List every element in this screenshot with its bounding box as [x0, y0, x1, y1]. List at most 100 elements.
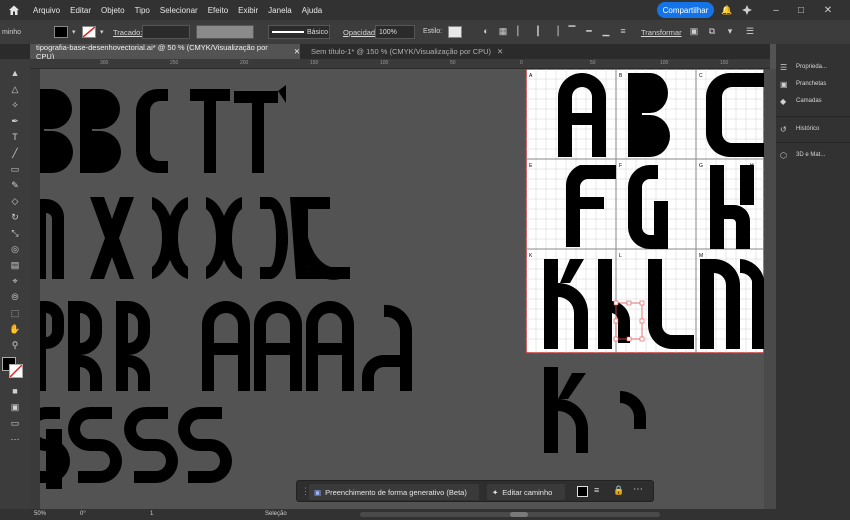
close-icon[interactable]: ✕ — [820, 3, 836, 17]
selection-handle[interactable] — [639, 300, 645, 306]
edit-path-button[interactable]: ✦ Editar caminho — [487, 484, 565, 500]
glyph-k-large[interactable] — [544, 367, 588, 453]
align-left-icon[interactable]: ▏ — [515, 25, 527, 37]
gradient-tool-icon[interactable]: ▤ — [9, 259, 21, 271]
glyph-b-1[interactable] — [40, 89, 73, 173]
more-options-icon[interactable]: ⋯ — [633, 484, 643, 495]
glyph-a-4[interactable] — [361, 304, 413, 391]
isolate-icon[interactable]: ▣ — [688, 25, 700, 37]
bell-icon[interactable]: 🔔 — [720, 3, 734, 17]
variable-width-field[interactable] — [196, 25, 254, 39]
menu-exibir[interactable]: Exibir — [233, 6, 263, 15]
stroke-label[interactable]: Tracado: — [113, 28, 142, 37]
glyph-n[interactable] — [40, 199, 64, 279]
selection-handle[interactable] — [639, 318, 645, 324]
tab-close-icon[interactable]: ✕ — [294, 47, 300, 56]
draw-mode-icon[interactable]: ▣ — [9, 401, 21, 413]
artboard-tool-icon[interactable]: ⬚ — [9, 307, 21, 319]
align-center-icon[interactable]: ┃ — [532, 25, 544, 37]
fill-color-swatch-ctx[interactable] — [577, 486, 588, 497]
rectangle-tool-icon[interactable]: ▭ — [9, 163, 21, 175]
line-tool-icon[interactable]: ╱ — [9, 147, 21, 159]
zoom-level[interactable]: 50% — [34, 511, 46, 517]
glyph-x-2[interactable] — [152, 197, 188, 279]
grid-icon[interactable]: ▦ — [497, 25, 509, 37]
eraser-tool-icon[interactable]: ◇ — [9, 195, 21, 207]
artboard-index[interactable]: 1 — [150, 511, 153, 517]
lock-icon[interactable]: 🔒 — [613, 485, 624, 496]
distribute-icon[interactable]: ≡ — [617, 25, 629, 37]
rotation-value[interactable]: 0° — [80, 511, 86, 517]
glyph-c[interactable] — [136, 89, 168, 173]
stroke-swatch[interactable] — [82, 26, 96, 38]
canvas[interactable]: A B C E F G H K L M — [40, 69, 764, 509]
artboards-panel-tab[interactable]: ▣ Pranchetas — [780, 77, 848, 91]
blend-tool-icon[interactable]: ⦾ — [9, 291, 21, 303]
magic-wand-icon[interactable]: ✧ — [9, 99, 21, 111]
align-top-icon[interactable]: ▔ — [566, 25, 578, 37]
glyph-r-1[interactable] — [40, 301, 64, 391]
align-bottom-icon[interactable]: ▁ — [600, 25, 612, 37]
transform-label[interactable]: Transformar — [641, 28, 682, 37]
glyph-s-2[interactable] — [68, 407, 122, 483]
apps-icon[interactable] — [740, 3, 754, 17]
menu-editar[interactable]: Editar — [65, 6, 96, 15]
menu-selecionar[interactable]: Selecionar — [155, 6, 203, 15]
home-icon[interactable] — [0, 0, 28, 20]
selection-tool-icon[interactable]: ▲ — [9, 67, 21, 79]
tab-tipografia[interactable]: tipografia-base-desenhovectorial.ai* @ 5… — [30, 43, 300, 61]
paintbrush-tool-icon[interactable]: ✎ — [9, 179, 21, 191]
3d-materials-panel-tab[interactable]: ⬡ 3D e Mat... — [780, 148, 848, 162]
glyph-a-3[interactable] — [306, 301, 354, 391]
glyph-r-2[interactable] — [68, 301, 102, 391]
chevron-down-icon[interactable]: ▾ — [724, 25, 736, 37]
menu-efeito[interactable]: Efeito — [203, 6, 233, 15]
stroke-dropdown-icon[interactable]: ▾ — [97, 25, 105, 39]
tab-sem-titulo[interactable]: Sem título-1* @ 150 % (CMYK/Visualização… — [305, 44, 505, 59]
vertical-scrollbar[interactable] — [764, 69, 776, 509]
recolor-icon[interactable]: ◐ — [480, 25, 492, 37]
fill-dropdown-icon[interactable]: ▾ — [69, 25, 77, 39]
selection-handle[interactable] — [613, 300, 619, 306]
selection-handle[interactable] — [626, 336, 632, 342]
horizontal-scrollbar[interactable] — [360, 512, 660, 517]
glyph-s-4[interactable] — [178, 407, 232, 483]
shape-builder-icon[interactable]: ◎ — [9, 243, 21, 255]
glyph-s-1[interactable] — [40, 407, 70, 489]
glyph-arc[interactable] — [620, 391, 646, 429]
share-button[interactable]: Compartilhar — [657, 2, 714, 18]
screen-mode-icon[interactable]: ▭ — [9, 417, 21, 429]
glyph-x-3[interactable] — [206, 197, 242, 279]
glyph-b-2[interactable] — [80, 89, 121, 173]
align-menu-icon[interactable]: ≡ — [594, 485, 599, 495]
selection-handle[interactable] — [613, 318, 619, 324]
stroke-weight-field[interactable] — [142, 25, 190, 39]
glyph-a-2[interactable] — [254, 301, 302, 391]
glyph-x-1[interactable] — [90, 197, 134, 279]
glyph-z[interactable] — [290, 197, 350, 280]
properties-panel-tab[interactable]: ☰ Proprieda... — [780, 60, 848, 74]
align-middle-icon[interactable]: ━ — [583, 25, 595, 37]
glyph-t-2[interactable] — [234, 85, 286, 173]
menu-janela[interactable]: Janela — [263, 6, 297, 15]
glyph-t-1[interactable] — [190, 89, 230, 173]
eyedropper-tool-icon[interactable]: ⌖ — [9, 275, 21, 287]
more-tools-icon[interactable]: ⋯ — [9, 433, 21, 445]
style-swatch[interactable] — [448, 26, 462, 38]
tab-close-icon[interactable]: ✕ — [497, 47, 503, 56]
fill-swatch[interactable] — [54, 26, 68, 38]
selection-handle[interactable] — [613, 336, 619, 342]
menu-tipo[interactable]: Tipo — [130, 6, 155, 15]
glyph-x-4[interactable] — [260, 197, 289, 280]
scroll-thumb[interactable] — [510, 512, 528, 517]
artboard-glyph-m[interactable] — [700, 259, 764, 349]
menu-arquivo[interactable]: Arquivo — [28, 6, 65, 15]
align-right-icon[interactable]: ▕ — [549, 25, 561, 37]
minimize-icon[interactable]: – — [768, 3, 784, 17]
glyph-a-1[interactable] — [202, 301, 250, 391]
menu-objeto[interactable]: Objeto — [96, 6, 130, 15]
history-panel-tab[interactable]: ↺ Histórico — [780, 122, 848, 136]
panel-menu-icon[interactable]: ☰ — [744, 25, 756, 37]
stroke-color-swatch[interactable] — [9, 364, 23, 378]
arrange-icon[interactable]: ⧉ — [706, 25, 718, 37]
